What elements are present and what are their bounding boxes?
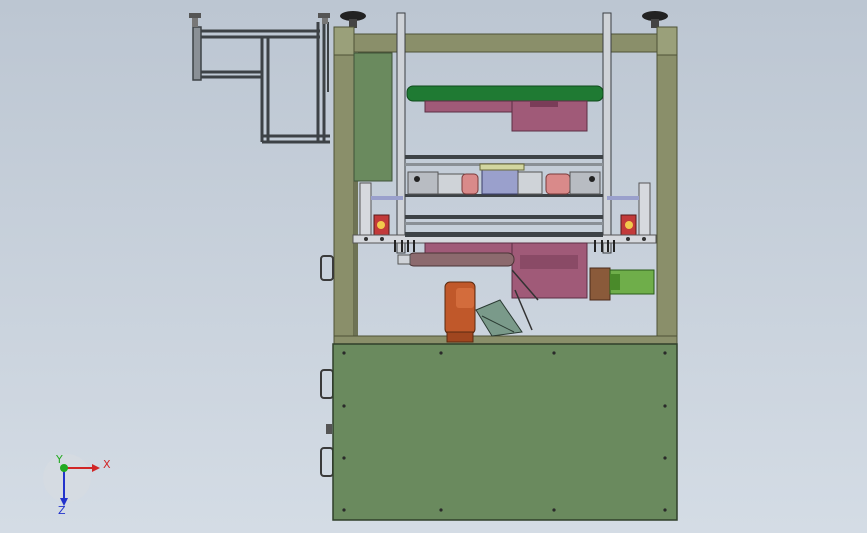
green-roller <box>406 85 604 102</box>
cad-viewport[interactable]: X Y Z <box>0 0 867 533</box>
robot-arm <box>444 281 523 343</box>
machine-assembly-drawing: X Y Z <box>43 11 678 521</box>
middle-roller-assembly <box>407 163 601 195</box>
axis-triad: X Y Z <box>43 453 111 517</box>
motor <box>589 267 655 301</box>
lock-latch-icon <box>326 424 332 434</box>
handle-icon <box>320 255 334 477</box>
x-axis-label: X <box>103 458 111 471</box>
upper-carriage <box>424 100 588 132</box>
leveling-knob-icon <box>340 11 668 28</box>
y-axis-label: Y <box>55 453 63 466</box>
electrical-box <box>353 52 393 182</box>
extrusion-bracket <box>192 22 330 144</box>
cabinet-panel <box>332 343 678 521</box>
z-axis-label: Z <box>58 504 66 517</box>
bracket-cap-icon <box>189 13 330 27</box>
